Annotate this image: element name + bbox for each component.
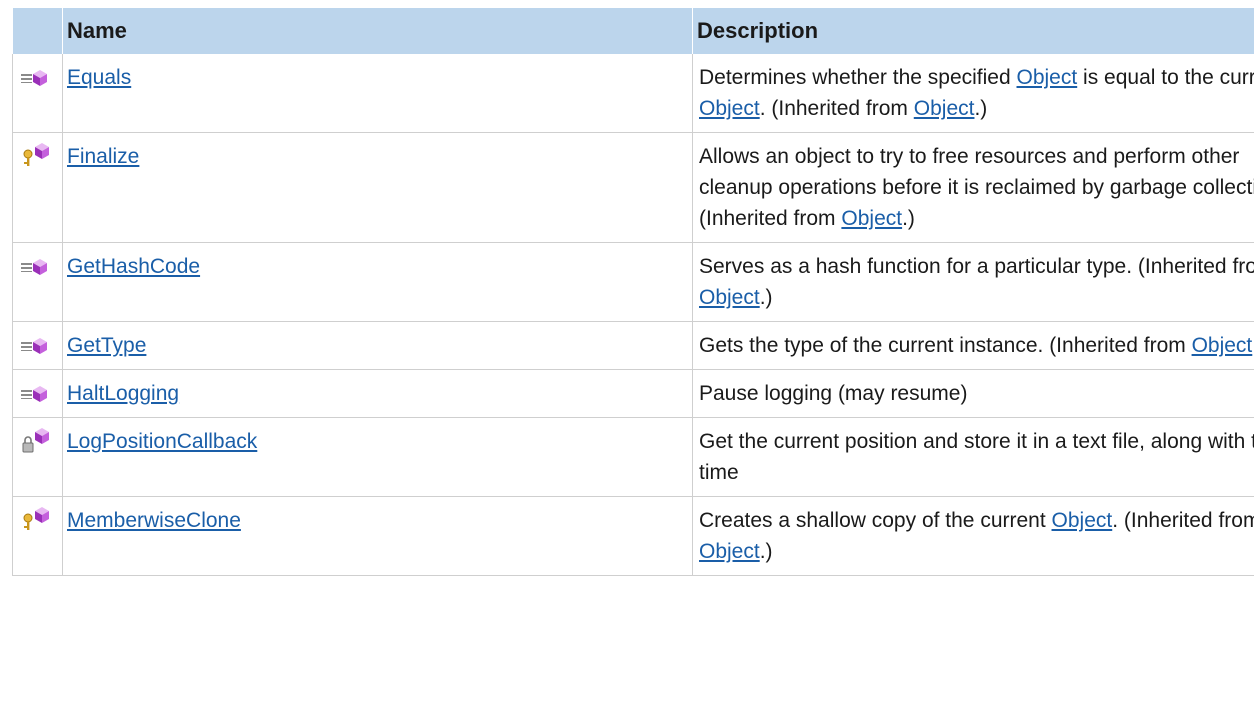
- member-name-link[interactable]: GetHashCode: [67, 255, 200, 278]
- description-text: Get the current position and store it in…: [699, 430, 1254, 484]
- member-name-cell: MemberwiseClone: [62, 496, 693, 576]
- member-name-link[interactable]: HaltLogging: [67, 382, 179, 405]
- member-description-cell: Creates a shallow copy of the current Ob…: [692, 496, 1254, 576]
- member-description-cell: Serves as a hash function for a particul…: [692, 242, 1254, 322]
- member-name-cell: GetType: [62, 321, 693, 370]
- description-text: .): [974, 97, 988, 120]
- member-description-cell: Gets the type of the current instance. (…: [692, 321, 1254, 370]
- description-text: Pause logging (may resume): [699, 382, 968, 405]
- header-name: Name: [62, 8, 693, 54]
- member-name-cell: Equals: [62, 54, 693, 133]
- description-text: is equal to the current: [1083, 66, 1254, 89]
- member-name-link[interactable]: MemberwiseClone: [67, 509, 241, 532]
- member-icon-cell: [12, 496, 63, 576]
- object-type-link[interactable]: Object: [1017, 66, 1078, 89]
- table-row: HaltLogging Pause logging (may resume): [12, 369, 1254, 418]
- table-body: Equals Determines whether the specified O…: [12, 54, 1254, 576]
- member-name-link[interactable]: LogPositionCallback: [67, 430, 257, 453]
- header-icon-column: [12, 8, 63, 54]
- object-type-link[interactable]: Object: [1192, 334, 1253, 357]
- description-text: . (Inherited from: [759, 97, 914, 120]
- description-text: .): [902, 207, 915, 230]
- member-description-cell: Determines whether the specified Object …: [692, 54, 1254, 133]
- member-icon-cell: [12, 54, 63, 133]
- public-method-icon: [21, 382, 51, 406]
- protected-method-icon: [21, 507, 51, 533]
- member-name-link[interactable]: Equals: [67, 66, 131, 89]
- member-name-cell: HaltLogging: [62, 369, 693, 418]
- members-page: Name Description Equals Determines whethe…: [0, 0, 1254, 717]
- description-text: .): [759, 286, 773, 309]
- member-name-cell: LogPositionCallback: [62, 417, 693, 497]
- member-description-cell: Allows an object to try to free resource…: [692, 132, 1254, 243]
- description-text: Serves as a hash function for a particul…: [699, 255, 1254, 278]
- object-type-link[interactable]: Object: [841, 207, 902, 230]
- description-text: Creates a shallow copy of the current: [699, 509, 1052, 532]
- object-type-link[interactable]: Object: [699, 540, 760, 563]
- table-row: LogPositionCallback Get the current posit…: [12, 417, 1254, 497]
- member-description-cell: Pause logging (may resume): [692, 369, 1254, 418]
- description-text: .): [759, 540, 773, 563]
- member-name-cell: Finalize: [62, 132, 693, 243]
- object-type-link[interactable]: Object: [699, 286, 760, 309]
- member-name-link[interactable]: Finalize: [67, 145, 139, 168]
- object-type-link[interactable]: Object: [1052, 509, 1113, 532]
- public-method-icon: [21, 334, 51, 358]
- member-description-cell: Get the current position and store it in…: [692, 417, 1254, 497]
- methods-table: Name Description Equals Determines whethe…: [12, 8, 1254, 576]
- object-type-link[interactable]: Object: [914, 97, 975, 120]
- description-text: Gets the type of the current instance. (…: [699, 334, 1192, 357]
- description-text: Allows an object to try to free resource…: [699, 145, 1254, 230]
- member-icon-cell: [12, 321, 63, 370]
- object-type-link[interactable]: Object: [699, 97, 760, 120]
- private-method-icon: [21, 428, 51, 454]
- member-icon-cell: [12, 369, 63, 418]
- public-method-icon: [21, 255, 51, 279]
- public-method-icon: [21, 66, 51, 90]
- header-description: Description: [692, 8, 1254, 54]
- member-name-cell: GetHashCode: [62, 242, 693, 322]
- description-text: . (Inherited from: [1112, 509, 1254, 532]
- description-text: Determines whether the specified: [699, 66, 1017, 89]
- member-icon-cell: [12, 242, 63, 322]
- table-row: Equals Determines whether the specified O…: [12, 54, 1254, 133]
- table-row: GetType Gets the type of the current inst…: [12, 321, 1254, 370]
- table-row: MemberwiseClone Creates a shallow copy of…: [12, 496, 1254, 576]
- member-icon-cell: [12, 417, 63, 497]
- member-icon-cell: [12, 132, 63, 243]
- protected-method-icon: [21, 143, 51, 169]
- member-name-link[interactable]: GetType: [67, 334, 146, 357]
- table-row: GetHashCode Serves as a hash function for…: [12, 242, 1254, 322]
- table-header-row: Name Description: [12, 8, 1254, 54]
- table-row: Finalize Allows an object to try to free …: [12, 132, 1254, 243]
